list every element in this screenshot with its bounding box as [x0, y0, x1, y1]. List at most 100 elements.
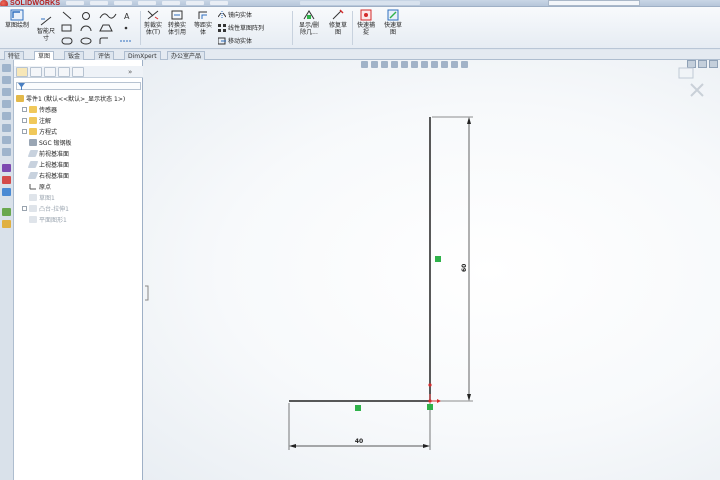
- appearance-icon[interactable]: [2, 164, 11, 172]
- mirror-entities-button[interactable]: 镜向实体: [218, 10, 252, 19]
- relations-icon: [303, 10, 315, 20]
- repair-sketch-button[interactable]: 修复草 图: [325, 9, 351, 36]
- text-tool-icon[interactable]: A: [124, 12, 130, 21]
- horizontal-relation-icon[interactable]: [355, 405, 361, 411]
- fillet-tool-icon[interactable]: [99, 37, 108, 44]
- linear-pattern-label: 线性草图阵列: [228, 25, 265, 32]
- expand-icon[interactable]: [22, 117, 27, 123]
- corner-endpoint[interactable]: [428, 399, 432, 403]
- slot-tool-icon[interactable]: [61, 37, 73, 45]
- move-entities-button[interactable]: 移动实体: [218, 36, 252, 45]
- smart-dimension-button[interactable]: 智能尺 寸: [33, 15, 59, 42]
- tab-dimxpert[interactable]: DimXpert: [124, 51, 161, 60]
- expand-panel-icon[interactable]: »: [128, 67, 140, 77]
- expand-icon[interactable]: [22, 128, 27, 134]
- menu-view[interactable]: [114, 1, 132, 5]
- arc-tool-icon[interactable]: [80, 25, 92, 32]
- quick-snap-label-1: 快速捕: [356, 22, 375, 29]
- quick-snap-label-2: 捉: [362, 29, 369, 36]
- rapid-sketch-button[interactable]: 快速草 图: [380, 9, 406, 36]
- quick-snaps-button[interactable]: 快速捕 捉: [353, 9, 379, 36]
- repair-label-1: 修复草: [328, 22, 347, 29]
- tree-item-annotations[interactable]: 注解: [22, 115, 51, 125]
- property-manager-tab[interactable]: [30, 67, 42, 77]
- tree-item-sensors[interactable]: 传感器: [22, 104, 57, 114]
- offset-label-1: 等距实: [193, 22, 212, 29]
- convert-entities-button[interactable]: 转换实 体引用: [164, 9, 190, 36]
- horizontal-dimension-value[interactable]: 40: [355, 438, 363, 445]
- sketch-button[interactable]: 草图绘制: [3, 9, 31, 29]
- vertical-relation-icon[interactable]: [435, 256, 441, 262]
- ellipse-tool-icon[interactable]: [80, 37, 92, 45]
- dimxpert-manager-tab[interactable]: [58, 67, 70, 77]
- tree-item-label: 平面图形1: [39, 216, 67, 224]
- configuration-manager-tab[interactable]: [44, 67, 56, 77]
- strip-tool-icon[interactable]: [2, 148, 11, 156]
- display-delete-label-2: 除几...: [300, 29, 318, 36]
- tree-item-right-plane[interactable]: 右视基准面: [27, 170, 69, 180]
- tree-item-boss-extrude1[interactable]: 凸台-拉伸1: [22, 203, 69, 213]
- tree-root-part[interactable]: 零件1 (默认<<默认>_显示状态 1>): [16, 93, 125, 103]
- confirmation-corner-icon[interactable]: [678, 67, 704, 97]
- polygon-tool-icon[interactable]: [99, 24, 113, 32]
- tree-item-top-plane[interactable]: 上视基准面: [27, 159, 69, 169]
- display-manager-tab[interactable]: [72, 67, 84, 77]
- graphics-area[interactable]: 60 40: [143, 60, 720, 480]
- offset-entities-button[interactable]: 等距实 体: [190, 9, 216, 36]
- trim-entities-button[interactable]: 剪裁实 体(T): [141, 9, 165, 36]
- dimension-tool-icon[interactable]: [2, 176, 11, 184]
- strip-tool-icon[interactable]: [2, 76, 11, 84]
- app-logo[interactable]: SOLIDWORKS: [0, 0, 62, 6]
- feature-tree-tab[interactable]: [16, 67, 28, 77]
- tree-item-sketch1[interactable]: 草图1: [29, 192, 55, 202]
- tab-office-products[interactable]: 办公室产品: [167, 51, 206, 60]
- strip-tool-icon[interactable]: [2, 64, 11, 72]
- tab-evaluate[interactable]: 评估: [94, 51, 115, 60]
- menu-tools[interactable]: [162, 1, 180, 5]
- spline-tool-icon[interactable]: [99, 13, 117, 19]
- convert-label-1: 转换实: [167, 22, 186, 29]
- layer-icon[interactable]: [2, 208, 11, 216]
- coincident-relation-icon[interactable]: [427, 404, 433, 410]
- strip-tool-icon[interactable]: [2, 88, 11, 96]
- expand-icon[interactable]: [22, 106, 27, 112]
- menu-help[interactable]: [210, 1, 228, 5]
- quick-access-toolbar[interactable]: [300, 1, 420, 5]
- tree-item-front-plane[interactable]: 前视基准面: [27, 148, 69, 158]
- tab-features[interactable]: 特征: [4, 51, 25, 60]
- tree-item-label: 原点: [39, 183, 52, 191]
- tree-item-origin[interactable]: 原点: [29, 181, 51, 191]
- relation-tool-icon[interactable]: [2, 188, 11, 196]
- panel-splitter-handle[interactable]: [145, 285, 149, 301]
- display-delete-relations-button[interactable]: 显示/删 除几...: [294, 9, 324, 36]
- menu-file[interactable]: [66, 1, 84, 5]
- point-tool-icon[interactable]: [124, 26, 128, 30]
- tree-item-plane-figure1[interactable]: 平面图形1: [29, 214, 67, 224]
- menu-window[interactable]: [186, 1, 204, 5]
- rectangle-tool-icon[interactable]: [61, 24, 72, 32]
- vertical-dimension-value[interactable]: 60: [461, 264, 468, 272]
- search-input[interactable]: [548, 0, 640, 6]
- menu-edit[interactable]: [90, 1, 108, 5]
- tree-item-material[interactable]: SGC 锻钢板: [29, 137, 72, 147]
- sketch-endpoint[interactable]: [428, 383, 432, 387]
- linear-pattern-icon: [218, 23, 226, 32]
- folder-icon[interactable]: [2, 220, 11, 228]
- tree-item-equations[interactable]: 方程式: [22, 126, 57, 136]
- feature-filter-input[interactable]: [16, 82, 141, 90]
- line-tool-icon[interactable]: [62, 11, 72, 20]
- strip-tool-icon[interactable]: [2, 124, 11, 132]
- menu-insert[interactable]: [138, 1, 156, 5]
- command-tabs: 特征 草图 钣金 评估 DimXpert 办公室产品: [0, 50, 720, 61]
- strip-tool-icon[interactable]: [2, 136, 11, 144]
- strip-tool-icon[interactable]: [2, 100, 11, 108]
- solidworks-logo-icon: [0, 0, 8, 6]
- tab-sheet-metal[interactable]: 钣金: [64, 51, 85, 60]
- circle-tool-icon[interactable]: [82, 12, 90, 20]
- strip-tool-icon[interactable]: [2, 112, 11, 120]
- expand-icon[interactable]: [22, 205, 27, 211]
- linear-pattern-button[interactable]: 线性草图阵列: [218, 23, 264, 32]
- move-icon: [218, 37, 226, 44]
- material-icon: [29, 138, 37, 146]
- sketch-tools-grid: A: [61, 11, 132, 45]
